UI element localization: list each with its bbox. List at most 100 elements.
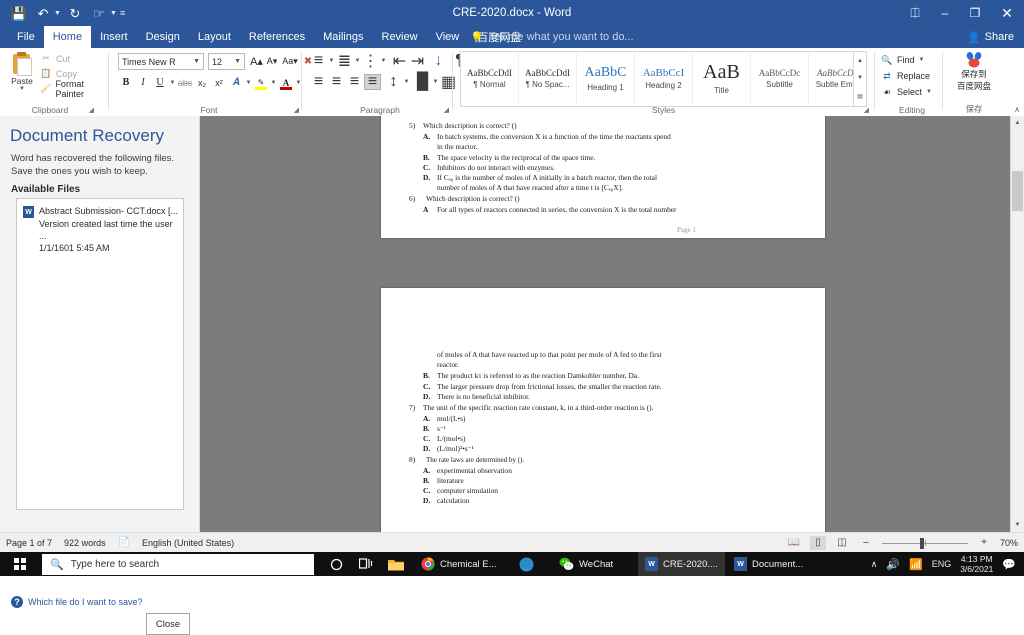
tab-review[interactable]: Review xyxy=(373,26,427,48)
line-spacing-dropdown-icon[interactable]: ▼ xyxy=(403,79,410,85)
tab-design[interactable]: Design xyxy=(137,26,189,48)
taskbar-app-edge[interactable] xyxy=(512,552,546,576)
zoom-slider[interactable] xyxy=(882,536,968,550)
taskbar-app-chrome[interactable]: Chemical E... xyxy=(414,552,504,576)
italic-icon[interactable]: I xyxy=(135,74,151,91)
bullets-icon[interactable]: ≡ xyxy=(310,53,327,69)
align-left-icon[interactable]: ≡ xyxy=(310,74,327,90)
multilevel-list-dropdown-icon[interactable]: ▼ xyxy=(380,58,387,64)
language-indicator[interactable]: ENG xyxy=(932,559,952,569)
tell-me-search[interactable]: 💡 Tell me what you want to do... xyxy=(470,26,634,48)
styles-scroll-up-icon[interactable]: ▲ xyxy=(857,58,863,64)
tab-insert[interactable]: Insert xyxy=(91,26,137,48)
underline-dropdown-icon[interactable]: ▼ xyxy=(169,80,176,86)
increase-indent-icon[interactable]: ⇥ xyxy=(409,53,426,69)
save-to-baidu-netdisk-button[interactable]: 保存到 百度网盘 xyxy=(954,51,994,92)
style-heading-1[interactable]: AaBbC Heading 1 xyxy=(577,52,635,104)
select-button[interactable]: ☙ Select ▼ xyxy=(881,84,932,100)
paste-button[interactable]: Paste ▼ xyxy=(5,52,39,102)
zoom-thumb[interactable] xyxy=(920,538,924,549)
page-indicator[interactable]: Page 1 of 7 xyxy=(6,538,52,548)
text-effects-icon[interactable]: 𝑨 xyxy=(228,74,244,91)
tab-file[interactable]: File xyxy=(8,26,44,48)
tab-home[interactable]: Home xyxy=(44,26,91,48)
sort-icon[interactable]: ↓ xyxy=(430,53,447,69)
strikethrough-icon[interactable]: abc xyxy=(177,74,193,91)
find-button[interactable]: 🔍 Find ▼ xyxy=(881,52,932,68)
text-effects-dropdown-icon[interactable]: ▼ xyxy=(245,80,252,86)
tab-view[interactable]: View xyxy=(427,26,469,48)
file-explorer-icon[interactable] xyxy=(382,552,410,576)
taskbar-app-cre-2020[interactable]: W CRE-2020.... xyxy=(638,552,725,576)
format-painter-button[interactable]: 🖌 Format Painter xyxy=(40,81,100,96)
paste-dropdown-icon[interactable]: ▼ xyxy=(19,86,25,92)
collapse-ribbon-icon[interactable]: ∧ xyxy=(1014,105,1020,114)
text-highlight-icon[interactable]: ✎ xyxy=(253,74,269,91)
bold-icon[interactable]: B xyxy=(118,74,134,91)
action-center-icon[interactable]: 💬 xyxy=(1002,558,1016,571)
grow-font-icon[interactable]: A▴ xyxy=(249,52,264,70)
superscript-icon[interactable]: x² xyxy=(211,74,227,91)
bullets-dropdown-icon[interactable]: ▼ xyxy=(328,58,335,64)
ribbon-display-options-icon[interactable]: ⎅ xyxy=(900,0,930,26)
tray-overflow-icon[interactable]: ∧ xyxy=(871,559,878,570)
tab-mailings[interactable]: Mailings xyxy=(314,26,372,48)
replace-button[interactable]: ⇄ Replace xyxy=(881,68,932,84)
change-case-icon[interactable]: Aa▾ xyxy=(281,53,299,70)
text-highlight-dropdown-icon[interactable]: ▼ xyxy=(270,80,277,86)
font-name-input[interactable]: Times New R ▼ xyxy=(118,53,204,70)
clock[interactable]: 4:13 PM 3/6/2021 xyxy=(960,554,993,574)
font-name-dropdown-icon[interactable]: ▼ xyxy=(193,58,200,65)
language-indicator[interactable]: English (United States) xyxy=(142,538,234,548)
styles-scroll-down-icon[interactable]: ▼ xyxy=(857,75,863,81)
line-spacing-icon[interactable]: ↕ xyxy=(385,74,402,90)
font-color-icon[interactable]: A xyxy=(278,74,294,91)
document-vertical-scrollbar[interactable]: ▲ ▼ xyxy=(1010,116,1024,532)
justify-icon[interactable]: ≡ xyxy=(364,74,381,90)
style-title[interactable]: AaB Title xyxy=(693,52,751,104)
share-button[interactable]: 👤 Share xyxy=(967,26,1014,48)
web-layout-icon[interactable]: ◫ xyxy=(834,536,850,550)
network-icon[interactable]: 📶 xyxy=(909,558,923,571)
word-count[interactable]: 922 words xyxy=(64,538,106,548)
zoom-level[interactable]: 70% xyxy=(1000,538,1018,548)
zoom-in-button[interactable]: + xyxy=(976,536,992,550)
font-size-dropdown-icon[interactable]: ▼ xyxy=(234,58,241,65)
tab-references[interactable]: References xyxy=(240,26,314,48)
cortana-icon[interactable] xyxy=(322,552,350,576)
search-input[interactable]: 🔍 Type here to search xyxy=(42,554,314,575)
which-file-help-link[interactable]: ? Which file do I want to save? xyxy=(11,596,143,608)
font-dialog-launcher[interactable]: ◢ xyxy=(294,106,299,114)
align-center-icon[interactable]: ≡ xyxy=(328,74,345,90)
subscript-icon[interactable]: x₂ xyxy=(194,74,210,91)
close-button[interactable]: ✕ xyxy=(990,0,1024,26)
style-subtitle[interactable]: AaBbCcDc Subtitle xyxy=(751,52,809,104)
borders-icon[interactable]: ▦ xyxy=(440,74,457,90)
tab-layout[interactable]: Layout xyxy=(189,26,240,48)
minimize-button[interactable]: – xyxy=(930,0,960,26)
paragraph-dialog-launcher[interactable]: ◢ xyxy=(444,106,449,114)
shrink-font-icon[interactable]: A▾ xyxy=(265,53,279,70)
underline-icon[interactable]: U xyxy=(152,74,168,91)
find-dropdown-icon[interactable]: ▼ xyxy=(919,57,925,63)
multilevel-list-icon[interactable]: ⋮ xyxy=(362,53,379,69)
numbering-dropdown-icon[interactable]: ▼ xyxy=(354,58,361,64)
scroll-up-icon[interactable]: ▲ xyxy=(1011,116,1024,130)
styles-more-icon[interactable]: ▤ xyxy=(857,93,863,100)
taskbar-app-wechat[interactable]: WeChat xyxy=(552,552,620,576)
restore-button[interactable]: ❐ xyxy=(960,0,990,26)
clipboard-dialog-launcher[interactable]: ◢ xyxy=(89,106,94,114)
list-item[interactable]: W Abstract Submission- CCT.docx [... Ver… xyxy=(23,205,181,254)
close-recovery-pane-button[interactable]: Close xyxy=(146,613,190,635)
shading-dropdown-icon[interactable]: ▼ xyxy=(432,79,439,85)
style-heading-2[interactable]: AaBbCcI Heading 2 xyxy=(635,52,693,104)
read-mode-icon[interactable]: 📖 xyxy=(786,536,802,550)
styles-gallery-scroll[interactable]: ▲ ▼ ▤ xyxy=(853,51,867,107)
align-right-icon[interactable]: ≡ xyxy=(346,74,363,90)
print-layout-icon[interactable]: ▯ xyxy=(810,536,826,550)
scroll-down-icon[interactable]: ▼ xyxy=(1011,518,1024,532)
document-canvas[interactable]: 5) Which description is correct? () A. I… xyxy=(200,116,1024,532)
taskbar-app-document[interactable]: W Document... xyxy=(727,552,810,576)
styles-dialog-launcher[interactable]: ◢ xyxy=(864,106,869,114)
zoom-out-button[interactable]: – xyxy=(858,536,874,550)
